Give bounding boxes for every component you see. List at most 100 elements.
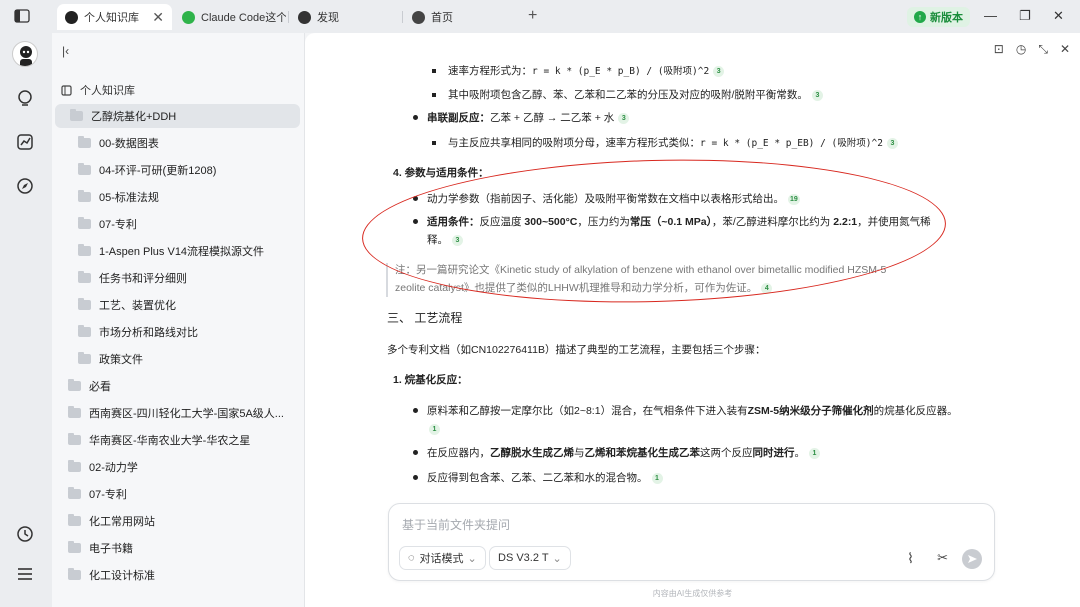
new-tab-button[interactable]: +	[528, 7, 537, 25]
folder-label: 华南赛区-华南农业大学-华农之星	[89, 435, 251, 447]
folder-item[interactable]: 任务书和评分细则	[78, 266, 300, 290]
send-button[interactable]	[962, 549, 982, 569]
folder-item[interactable]: 04-环评-可研(更新1208)	[78, 158, 300, 182]
folder-label: 必看	[89, 381, 111, 393]
maximize-button[interactable]: ❐	[1019, 8, 1031, 24]
close-icon[interactable]: ✕	[152, 9, 164, 26]
folder-item[interactable]: 政策文件	[78, 347, 300, 371]
tab-divider	[288, 11, 289, 23]
tab-home[interactable]: 首页	[404, 4, 516, 30]
folder-item[interactable]: 化工常用网站	[68, 509, 300, 533]
paragraph: 多个专利文档（如CN102276411B）描述了典型的工艺流程，主要包括三个步骤…	[387, 344, 766, 356]
bullet	[413, 450, 418, 455]
folder-label: 04-环评-可研(更新1208)	[99, 165, 217, 177]
folder-item[interactable]: 西南赛区-四川轻化工大学-国家5A级人...	[68, 401, 300, 425]
mode-selector[interactable]: ◌ 对话模式 ⌄	[399, 546, 486, 570]
tab-discover[interactable]: 发现	[290, 4, 400, 30]
bullet	[432, 69, 436, 73]
folder-icon	[78, 190, 91, 202]
send-icon	[968, 555, 977, 563]
chevron-down-icon: ⌄	[552, 552, 562, 565]
compass-icon	[298, 10, 311, 24]
home-icon	[412, 10, 425, 24]
folder-item[interactable]: 化工设计标准	[68, 563, 300, 587]
folder-item[interactable]: 华南赛区-华南农业大学-华农之星	[68, 428, 300, 452]
chat-input-box[interactable]: 基于当前文件夹提问 ◌ 对话模式 ⌄ DS V3.2 T ⌄ ⌇ ✂	[388, 503, 995, 581]
folder-label: 化工设计标准	[89, 570, 155, 582]
folder-icon	[68, 541, 81, 553]
tab-bar: 个人知识库 ✕ Claude Code这个 发现 首页 + ↑ 新版本 — ❐ …	[0, 0, 1080, 33]
folder-icon	[78, 244, 91, 256]
chart-icon[interactable]	[16, 133, 34, 151]
answer-line: 1	[425, 421, 440, 437]
folder-label: 任务书和评分细则	[99, 273, 187, 285]
citation-badge[interactable]: 3	[811, 89, 823, 101]
citation-badge[interactable]: 1	[429, 423, 440, 435]
folder-item[interactable]: 00-数据图表	[78, 131, 300, 155]
folder-icon	[78, 217, 91, 229]
folder-icon	[78, 325, 91, 337]
folder-item[interactable]: 1-Aspen Plus V14流程模拟源文件	[78, 239, 300, 263]
collapse-sidebar-icon[interactable]: |‹	[62, 44, 69, 58]
minimize-button[interactable]: —	[984, 8, 997, 23]
citation-badge[interactable]: 1	[809, 447, 820, 459]
folder-icon	[78, 298, 91, 310]
folder-icon	[78, 136, 91, 148]
avatar[interactable]	[12, 41, 38, 67]
folder-label: 化工常用网站	[89, 516, 155, 528]
history-icon[interactable]	[16, 525, 34, 543]
chat-input-placeholder[interactable]: 基于当前文件夹提问	[402, 516, 510, 533]
left-rail	[0, 33, 52, 607]
folder-item[interactable]: 07-专利	[78, 212, 300, 236]
folder-label: 电子书籍	[89, 543, 133, 555]
close-window-button[interactable]: ✕	[1053, 8, 1064, 24]
folder-item[interactable]: 市场分析和路线对比	[78, 320, 300, 344]
section-heading: 三、 工艺流程	[387, 311, 463, 325]
folder-item[interactable]: 乙醇烷基化+DDH	[55, 104, 300, 128]
folder-label: 乙醇烷基化+DDH	[91, 111, 177, 123]
folder-label: 1-Aspen Plus V14流程模拟源文件	[99, 246, 265, 258]
tab-claude-code[interactable]: Claude Code这个	[174, 4, 286, 30]
citation-badge[interactable]: 3	[713, 65, 725, 77]
folder-label: 西南赛区-四川轻化工大学-国家5A级人...	[89, 408, 284, 420]
knowledge-sidebar: |‹ 个人知识库 乙醇烷基化+DDH 00-数据图表 04-环评-可研(更新12…	[52, 33, 305, 607]
folder-item[interactable]: 07-专利	[68, 482, 300, 506]
folder-icon	[68, 487, 81, 499]
kb-root[interactable]: 个人知识库	[61, 82, 135, 98]
folder-label: 02-动力学	[89, 462, 138, 474]
folder-item[interactable]: 05-标准法规	[78, 185, 300, 209]
citation-badge[interactable]: 3	[618, 112, 630, 124]
tab-knowledge-base[interactable]: 个人知识库 ✕	[57, 4, 172, 30]
tab-divider	[402, 11, 403, 23]
answer-line: 其中吸附项包含乙醇、苯、乙苯和二乙苯的分压及对应的吸附/脱附平衡常数。 3	[448, 87, 823, 103]
folder-item[interactable]: 电子书籍	[68, 536, 300, 560]
citation-badge[interactable]: 3	[886, 137, 898, 149]
bullet	[413, 475, 418, 480]
tab-label: 首页	[431, 12, 453, 24]
folder-item[interactable]: 必看	[68, 374, 300, 398]
model-selector[interactable]: DS V3.2 T ⌄	[489, 546, 571, 570]
update-button[interactable]: ↑ 新版本	[907, 7, 970, 27]
folder-icon	[68, 568, 81, 580]
answer-line: 反应得到包含苯、乙苯、二乙苯和水的混合物。 1	[427, 470, 663, 486]
menu-icon[interactable]	[16, 565, 34, 583]
list-heading: 1. 烷基化反应：	[393, 374, 468, 386]
attach-icon[interactable]: ⌇	[907, 550, 914, 567]
folder-item[interactable]: 工艺、装置优化	[78, 293, 300, 317]
quote-bar	[386, 263, 388, 297]
folder-icon	[68, 433, 81, 445]
scissors-icon[interactable]: ✂	[937, 550, 948, 566]
model-label: DS V3.2 T	[498, 552, 549, 564]
ai-disclaimer: 内容由AI生成仅供参考	[652, 589, 733, 598]
sidebar-toggle-icon[interactable]	[14, 9, 30, 23]
lightbulb-icon[interactable]	[16, 89, 34, 107]
citation-badge[interactable]: 1	[651, 472, 663, 484]
main-panel: ⊡ ◷ ⤡ ✕ 速率方程形式为：r = k * (p_E * p_B) / (吸…	[305, 33, 1080, 607]
compass-icon[interactable]	[16, 177, 34, 195]
folder-label: 市场分析和路线对比	[99, 327, 198, 339]
kb-root-label: 个人知识库	[80, 85, 135, 97]
folder-item[interactable]: 02-动力学	[68, 455, 300, 479]
chevron-down-icon: ⌄	[467, 552, 477, 565]
globe-icon	[65, 10, 78, 24]
tab-label: 发现	[317, 12, 339, 24]
